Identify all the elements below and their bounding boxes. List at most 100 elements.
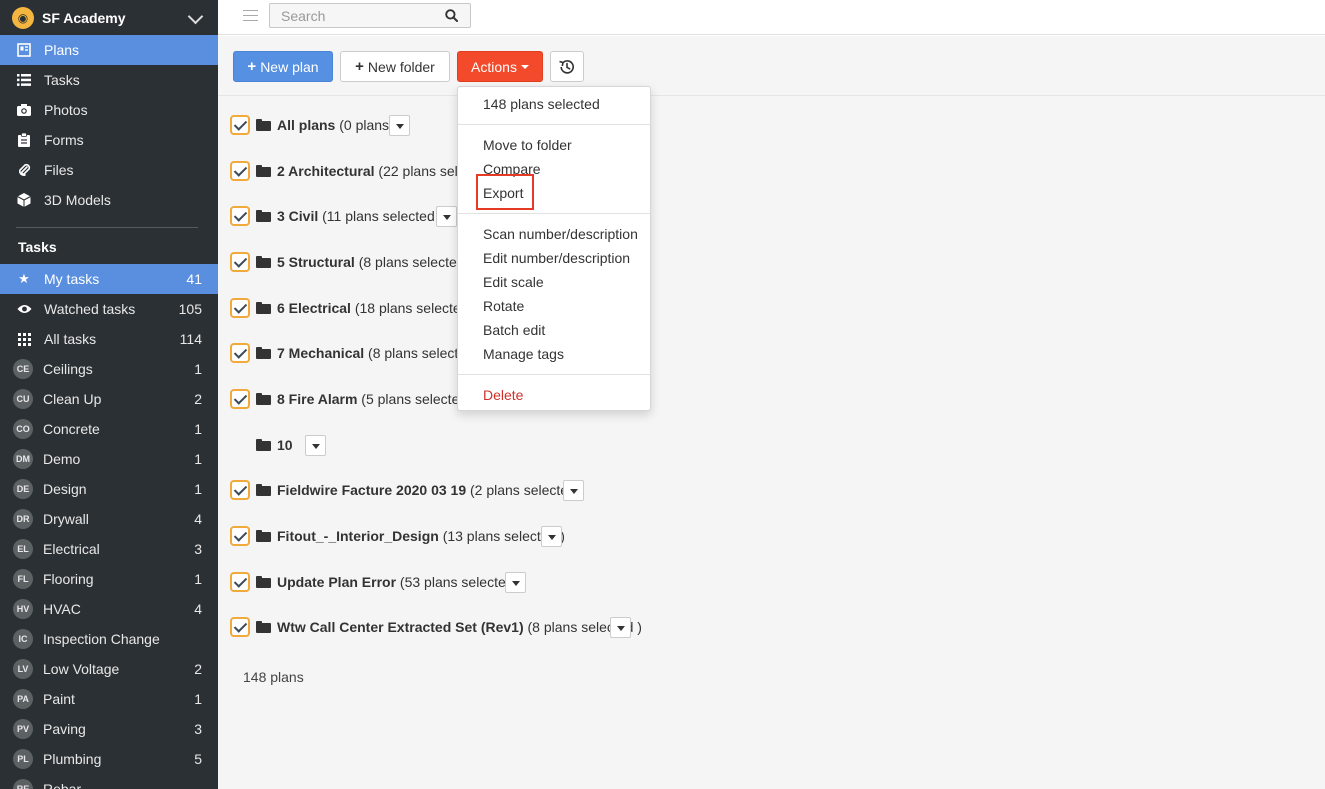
folder-options-dropdown[interactable] xyxy=(505,571,526,593)
folder-icon xyxy=(256,393,271,405)
folder-row[interactable]: Fieldwire Facture 2020 03 19 (2 plans se… xyxy=(218,475,1318,505)
folder-options-dropdown[interactable] xyxy=(610,616,631,638)
nav-item-category[interactable]: DR Drywall 4 xyxy=(0,504,218,534)
menu-item-rotate[interactable]: Rotate xyxy=(483,298,524,314)
folder-row[interactable]: Fitout_-_Interior_Design (13 plans selec… xyxy=(218,521,1318,551)
task-count: 41 xyxy=(186,271,202,287)
folder-row[interactable]: Wtw Call Center Extracted Set (Rev1) (8 … xyxy=(218,612,1318,642)
nav-item-category[interactable]: LV Low Voltage 2 xyxy=(0,654,218,684)
search-icon[interactable] xyxy=(445,9,458,22)
category-count: 1 xyxy=(194,421,202,437)
folder-checkbox[interactable] xyxy=(230,526,250,546)
nav-item-category[interactable]: CO Concrete 1 xyxy=(0,414,218,444)
top-bar xyxy=(218,0,1325,35)
category-badge: HV xyxy=(13,599,33,619)
nav-item-my-tasks[interactable]: ★ My tasks 41 xyxy=(0,264,218,294)
plans-toolbar: + New plan + New folder Actions xyxy=(218,36,1325,96)
menu-item-batch-edit[interactable]: Batch edit xyxy=(483,322,545,338)
total-plans-count: 148 plans xyxy=(243,669,304,685)
nav-item-category[interactable]: CE Ceilings 1 xyxy=(0,354,218,384)
folder-options-dropdown[interactable] xyxy=(389,114,410,136)
menu-item-scan-number-description[interactable]: Scan number/description xyxy=(483,226,638,242)
folder-checkbox[interactable] xyxy=(230,343,250,363)
folder-row[interactable]: 8 Fire Alarm (5 plans selected ) xyxy=(218,384,1318,414)
category-count: 4 xyxy=(194,601,202,617)
folder-checkbox[interactable] xyxy=(230,617,250,637)
chevron-down-icon[interactable] xyxy=(186,8,206,28)
category-label: Electrical xyxy=(43,541,100,557)
nav-item-3d-models[interactable]: 3D Models xyxy=(0,185,218,215)
folder-row[interactable]: 3 Civil (11 plans selected ) xyxy=(218,201,1318,231)
history-button[interactable] xyxy=(550,51,584,82)
folder-row[interactable]: Update Plan Error (53 plans selected ) xyxy=(218,567,1318,597)
category-badge: DE xyxy=(13,479,33,499)
menu-divider xyxy=(458,213,650,214)
category-badge: IC xyxy=(13,629,33,649)
nav-item-category[interactable]: PV Paving 3 xyxy=(0,714,218,744)
category-badge: FL xyxy=(13,569,33,589)
new-plan-button[interactable]: + New plan xyxy=(233,51,333,82)
menu-item-move-to-folder[interactable]: Move to folder xyxy=(483,137,572,153)
folder-checkbox[interactable] xyxy=(230,115,250,135)
folder-row[interactable]: 6 Electrical (18 plans selected ) xyxy=(218,293,1318,323)
folder-options-dropdown[interactable] xyxy=(563,479,584,501)
folder-icon xyxy=(256,165,271,177)
folder-icon xyxy=(256,302,271,314)
caret-down-icon xyxy=(520,64,529,69)
folder-options-dropdown[interactable] xyxy=(541,525,562,547)
nav-item-watched-tasks[interactable]: Watched tasks 105 xyxy=(0,294,218,324)
folder-row[interactable]: 5 Structural (8 plans selected ) xyxy=(218,247,1318,277)
folder-options-dropdown[interactable] xyxy=(436,205,457,227)
nav-item-photos[interactable]: Photos xyxy=(0,95,218,125)
actions-dropdown-button[interactable]: Actions xyxy=(457,51,543,82)
nav-item-category[interactable]: PA Paint 1 xyxy=(0,684,218,714)
folder-checkbox[interactable] xyxy=(230,389,250,409)
project-switcher[interactable]: ◉ SF Academy xyxy=(0,0,218,35)
folder-row[interactable]: 7 Mechanical (8 plans selected ) xyxy=(218,338,1318,368)
folder-checkbox[interactable] xyxy=(230,480,250,500)
category-count: 1 xyxy=(194,571,202,587)
search-input[interactable] xyxy=(281,7,441,24)
folder-icon xyxy=(256,119,271,131)
menu-item-delete[interactable]: Delete xyxy=(483,387,523,403)
folder-row[interactable]: All plans (0 plans) xyxy=(218,110,1318,140)
nav-item-category[interactable]: RE Rebar xyxy=(0,774,218,789)
new-folder-button[interactable]: + New folder xyxy=(340,51,450,82)
nav-item-category[interactable]: DE Design 1 xyxy=(0,474,218,504)
menu-item-manage-tags[interactable]: Manage tags xyxy=(483,346,564,362)
nav-item-forms[interactable]: Forms xyxy=(0,125,218,155)
folder-options-dropdown[interactable] xyxy=(305,434,326,456)
folder-name: Fitout_-_Interior_Design xyxy=(277,528,439,544)
nav-item-plans[interactable]: Plans xyxy=(0,35,218,65)
folder-label: 7 Mechanical (8 plans selected ) xyxy=(277,345,482,361)
category-badge: LV xyxy=(13,659,33,679)
nav-item-tasks[interactable]: Tasks xyxy=(0,65,218,95)
sidebar-divider xyxy=(16,227,198,228)
export-highlight-box xyxy=(476,174,534,210)
nav-item-all-tasks[interactable]: All tasks 114 xyxy=(0,324,218,354)
nav-item-category[interactable]: IC Inspection Change xyxy=(0,624,218,654)
hamburger-menu-icon[interactable] xyxy=(243,10,258,22)
folder-row[interactable]: 10 xyxy=(218,430,1318,460)
nav-item-category[interactable]: HV HVAC 4 xyxy=(0,594,218,624)
category-label: Clean Up xyxy=(43,391,102,407)
folder-name: 8 Fire Alarm xyxy=(277,391,358,407)
star-icon: ★ xyxy=(18,271,30,286)
menu-item-edit-scale[interactable]: Edit scale xyxy=(483,274,544,290)
nav-item-category[interactable]: DM Demo 1 xyxy=(0,444,218,474)
nav-item-category[interactable]: PL Plumbing 5 xyxy=(0,744,218,774)
folder-checkbox[interactable] xyxy=(230,206,250,226)
category-count: 1 xyxy=(194,361,202,377)
nav-item-category[interactable]: FL Flooring 1 xyxy=(0,564,218,594)
folder-checkbox[interactable] xyxy=(230,298,250,318)
nav-item-category[interactable]: CU Clean Up 2 xyxy=(0,384,218,414)
plans-icon xyxy=(16,42,32,58)
task-count: 105 xyxy=(178,301,202,317)
nav-item-category[interactable]: EL Electrical 3 xyxy=(0,534,218,564)
folder-checkbox[interactable] xyxy=(230,252,250,272)
nav-item-files[interactable]: Files xyxy=(0,155,218,185)
folder-checkbox[interactable] xyxy=(230,161,250,181)
folder-row[interactable]: 2 Architectural (22 plans selected ) xyxy=(218,156,1318,186)
menu-item-edit-number-description[interactable]: Edit number/description xyxy=(483,250,630,266)
folder-checkbox[interactable] xyxy=(230,572,250,592)
